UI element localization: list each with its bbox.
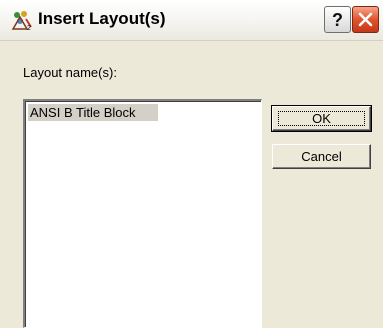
ok-label: OK xyxy=(312,111,331,126)
help-label: ? xyxy=(332,9,343,30)
svg-text:2: 2 xyxy=(27,25,31,31)
help-button[interactable]: ? xyxy=(324,6,351,33)
ok-button[interactable]: OK xyxy=(271,105,372,132)
window-title: Insert Layout(s) xyxy=(38,9,166,28)
cancel-button[interactable]: Cancel xyxy=(272,144,371,169)
close-icon xyxy=(358,12,373,27)
layout-names-label: Layout name(s): xyxy=(23,65,117,80)
dialog-body: Layout name(s): ANSI B Title Block OK Ca… xyxy=(0,41,383,328)
layout-names-listbox[interactable]: ANSI B Title Block xyxy=(23,99,262,328)
close-button[interactable] xyxy=(352,6,379,33)
app-icon: 2 xyxy=(10,9,34,32)
title-bar[interactable]: 2 Insert Layout(s) ? xyxy=(0,0,383,41)
list-item[interactable]: ANSI B Title Block xyxy=(28,104,158,121)
cancel-label: Cancel xyxy=(301,149,342,164)
